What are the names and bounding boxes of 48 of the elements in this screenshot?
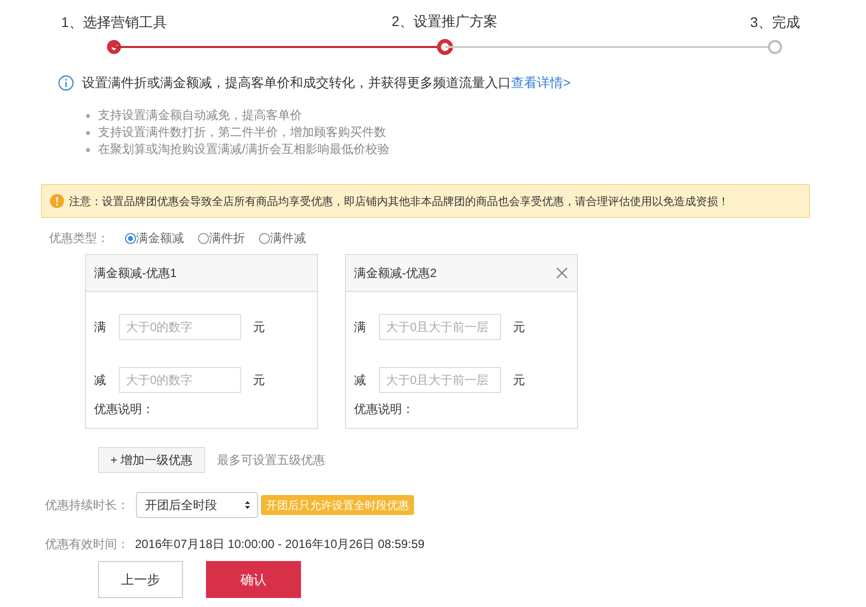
field-label: 优惠说明： <box>94 401 155 418</box>
radio-option[interactable]: 满件折 <box>198 230 245 246</box>
radio-option[interactable]: 满件减 <box>259 230 306 246</box>
card-title: 满金额减-优惠1 <box>94 264 177 282</box>
bullet-icon <box>86 130 90 134</box>
warning-icon <box>50 194 64 208</box>
radio-icon[interactable] <box>125 232 136 244</box>
unit-label: 元 <box>513 372 525 388</box>
radio-icon[interactable] <box>198 232 209 244</box>
info-icon <box>58 75 74 91</box>
field-label: 减 <box>354 372 367 388</box>
notice-text: 注意：设置品牌团优惠会导致全店所有商品均享受优惠，即店铺内其他非本品牌团的商品也会享受优惠，请合理评估使用以免造成资损！ <box>69 194 729 208</box>
field-label: 优惠说明： <box>354 401 415 418</box>
unit-label: 元 <box>253 372 265 388</box>
bullet-icon <box>86 148 90 152</box>
radio-icon[interactable] <box>259 232 270 244</box>
hint-text: 最多可设置五级优惠 <box>217 452 325 468</box>
confirm-button[interactable]: 确认 <box>206 561 301 598</box>
details-link[interactable]: 查看详情> <box>511 75 571 90</box>
date-range-text: 2016年07月18日 10:00:00 - 2016年10月26日 08:59:59 <box>135 536 425 553</box>
step-label: 1、选择营销工具 <box>61 13 167 32</box>
select-field[interactable]: 开团后全时段 <box>136 492 258 518</box>
field-label: 优惠持续时长： <box>45 496 130 514</box>
input-field[interactable]: 大于0的数字 <box>119 367 241 393</box>
field-label: 满 <box>94 318 107 336</box>
radio-option[interactable]: 满金额减 <box>125 230 184 246</box>
unit-label: 元 <box>253 318 265 336</box>
input-field[interactable]: 大于0且大于前一层 <box>379 314 501 340</box>
input-field[interactable]: 大于0的数字 <box>119 314 241 340</box>
step-label: 3、完成 <box>750 13 800 32</box>
close-icon[interactable] <box>555 266 569 280</box>
field-label: 满 <box>354 318 367 336</box>
add-tier-button[interactable]: + 增加一级优惠 <box>98 447 205 473</box>
field-label: 优惠有效时间： <box>45 536 129 553</box>
unit-label: 元 <box>513 318 525 336</box>
intro-text: 设置满件折或满金额减，提高客单价和成交转化，并获得更多频道流量入口查看详情> <box>82 74 571 92</box>
bullet-icon <box>86 114 90 118</box>
tag-label: 开团后只允许设置全时段优惠 <box>261 495 414 515</box>
input-field[interactable]: 大于0且大于前一层 <box>379 367 501 393</box>
card-title: 满金额减-优惠2 <box>354 264 437 282</box>
tip-text: 支持设置满件数打折，第二件半价，增加顾客购买件数 <box>98 125 386 140</box>
tip-text: 在聚划算或淘抢购设置满减/满折会互相影响最低价校验 <box>98 142 390 157</box>
back-button[interactable]: 上一步 <box>98 561 183 598</box>
field-label: 减 <box>94 372 107 388</box>
step-label: 2、设置推广方案 <box>392 12 498 31</box>
updown-icon <box>244 500 251 510</box>
field-label: 优惠类型： <box>49 230 110 246</box>
tip-text: 支持设置满金额自动减免，提高客单价 <box>98 108 302 123</box>
